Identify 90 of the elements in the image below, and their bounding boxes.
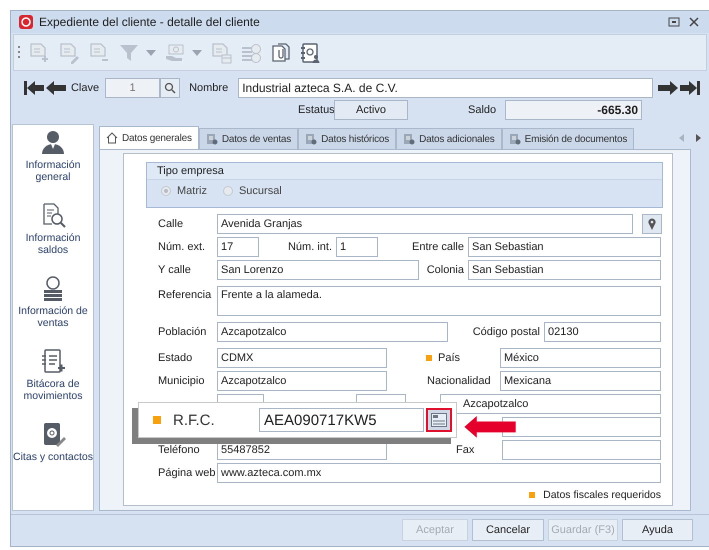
- input-field[interactable]: San Sebastian: [468, 260, 661, 280]
- document-icon: [508, 133, 521, 146]
- money-hand-icon: [164, 42, 186, 64]
- input-field[interactable]: AEA090717KW5: [259, 408, 424, 432]
- tab[interactable]: Datos adicionales: [396, 128, 502, 150]
- document-minus-icon: [88, 42, 110, 64]
- input-field[interactable]: Azcapotzalco: [217, 322, 448, 342]
- previous-arrow-icon[interactable]: [44, 80, 67, 96]
- input-field[interactable]: CDMX: [217, 348, 387, 368]
- input-field[interactable]: México: [500, 348, 661, 368]
- search-button[interactable]: [160, 78, 180, 98]
- field-label: Calle: [158, 218, 184, 230]
- input-field[interactable]: 1: [105, 78, 160, 98]
- caret-icon: [192, 50, 202, 56]
- location-button[interactable]: [642, 214, 662, 234]
- input-field[interactable]: San Sebastian: [468, 237, 661, 258]
- address-book-icon: [300, 42, 322, 64]
- tab[interactable]: Datos generales: [99, 126, 199, 150]
- field-label: Núm. ext.: [158, 241, 206, 254]
- field-label: Nombre: [189, 82, 228, 94]
- caret-icon: [146, 50, 156, 56]
- balance-field: -665.30: [505, 100, 642, 120]
- field-label: Código postal: [472, 326, 541, 338]
- field-label: Estado: [158, 352, 194, 364]
- status-field: Activo: [334, 100, 408, 120]
- field-label: País: [438, 352, 460, 364]
- field-label: Nacionalidad: [427, 375, 491, 388]
- dialog-button[interactable]: Ayuda: [622, 519, 693, 542]
- input-field[interactable]: [502, 440, 661, 460]
- tab[interactable]: Emisión de documentos: [502, 128, 634, 150]
- sidebar-item[interactable]: Bitácora de movimientos: [13, 348, 93, 422]
- field-label: Referencia: [158, 288, 212, 302]
- input-field[interactable]: Industrial azteca S.A. de C.V.: [238, 78, 653, 98]
- input-field[interactable]: 1: [336, 237, 378, 258]
- document-calendar-icon: [210, 42, 232, 64]
- field-label: Clave: [70, 82, 100, 94]
- field-label: Teléfono: [158, 444, 201, 456]
- last-record-icon[interactable]: [678, 80, 701, 96]
- sidebar-item[interactable]: Información de ventas: [13, 275, 93, 348]
- document-pencil-icon: [58, 42, 80, 64]
- input-field[interactable]: 17: [217, 237, 259, 258]
- scroll-right-icon[interactable]: [696, 134, 701, 142]
- required-marker: [529, 492, 536, 498]
- window-title: Expediente del cliente - detalle del cliente: [39, 15, 261, 30]
- document-icon: [206, 133, 218, 146]
- field-label: Y calle: [158, 264, 192, 276]
- restore-icon[interactable]: [667, 15, 681, 30]
- coins-icon: [240, 42, 262, 64]
- person-icon: [40, 129, 66, 156]
- field-label: Saldo: [468, 104, 498, 116]
- documents-clip-icon: [270, 42, 292, 64]
- tab[interactable]: Datos de ventas: [198, 128, 298, 150]
- document-icon: [403, 133, 416, 146]
- app-icon: [19, 15, 33, 30]
- home-icon: [106, 132, 118, 144]
- document-plus-icon: [28, 42, 50, 64]
- sidebar-item[interactable]: Citas y contactos: [13, 421, 93, 494]
- card-icon: [431, 413, 447, 427]
- search-icon: [164, 82, 176, 94]
- input-field[interactable]: Azcapotzalco: [217, 371, 387, 392]
- tab[interactable]: Datos históricos: [298, 128, 396, 150]
- input-field[interactable]: Avenida Granjas: [217, 214, 633, 234]
- field-label: Núm. int.: [288, 241, 333, 254]
- dialog-button[interactable]: Cancelar: [472, 519, 544, 542]
- field-label: Población: [158, 326, 208, 338]
- close-icon[interactable]: [687, 15, 701, 30]
- next-arrow-icon[interactable]: [657, 80, 679, 96]
- input-field[interactable]: www.azteca.com.mx: [217, 463, 661, 484]
- input-field[interactable]: Frente a la alameda.: [217, 286, 661, 316]
- field-label: Fax: [456, 444, 474, 456]
- input-field[interactable]: Azcapotzalco: [440, 394, 661, 414]
- field-label: Municipio: [158, 375, 206, 388]
- first-record-icon[interactable]: [23, 80, 45, 96]
- document-icon: [305, 133, 318, 146]
- input-field[interactable]: [502, 417, 661, 438]
- field-label: R.F.C.: [173, 412, 216, 428]
- list-plus-icon: [40, 348, 66, 374]
- legend-text: Datos fiscales requeridos: [543, 489, 661, 502]
- input-field[interactable]: San Lorenzo: [217, 260, 419, 280]
- sidebar-item[interactable]: Información general: [13, 129, 93, 202]
- input-field[interactable]: Mexicana: [500, 371, 661, 392]
- input-field[interactable]: 02130: [544, 322, 661, 342]
- field-label: Colonia: [426, 264, 465, 276]
- field-label: Estatus: [298, 104, 334, 116]
- field-label: Entre calle: [412, 241, 465, 254]
- card-button[interactable]: [426, 408, 452, 432]
- sidebar-item[interactable]: Información saldos: [13, 202, 93, 276]
- location-pin-icon: [648, 218, 656, 230]
- group-title: Tipo empresa: [147, 163, 662, 180]
- field-label: Página web: [158, 467, 216, 480]
